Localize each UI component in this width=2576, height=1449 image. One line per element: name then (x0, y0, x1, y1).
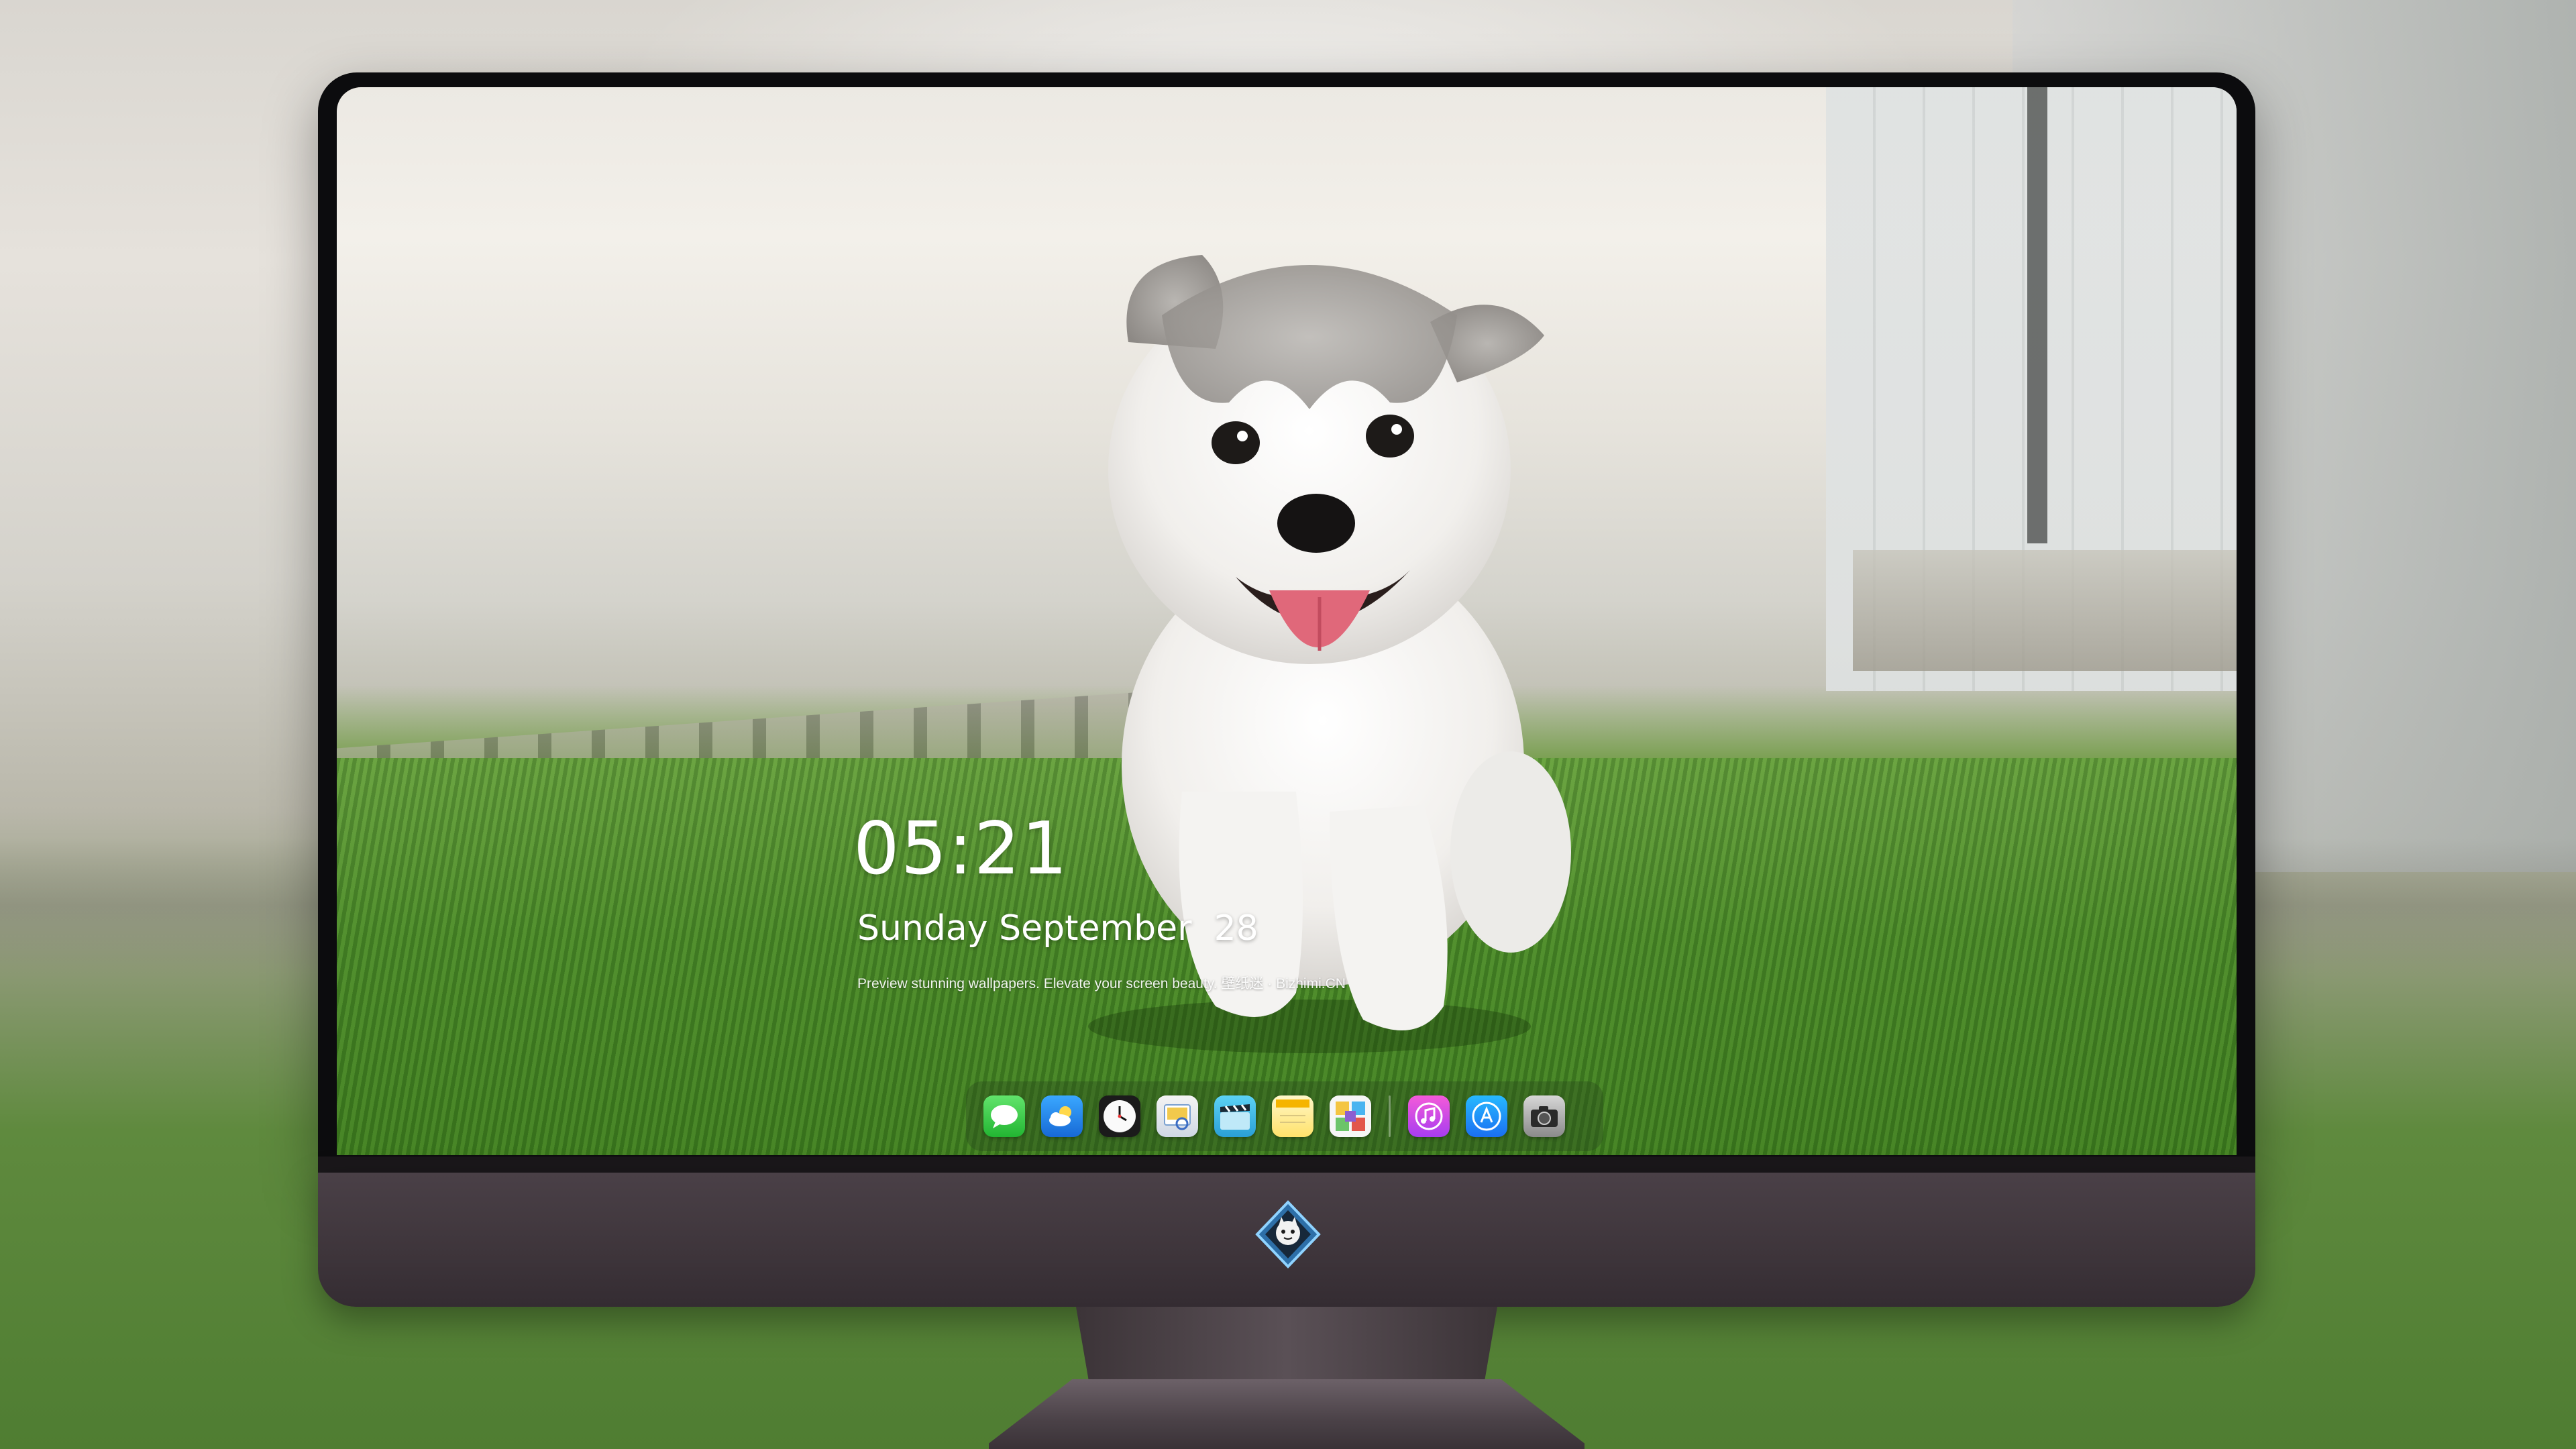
weather-icon[interactable] (1041, 1095, 1083, 1137)
bezel-bottom-edge (318, 1157, 2255, 1173)
preview-icon[interactable] (1157, 1095, 1198, 1137)
video-clapper-icon[interactable] (1214, 1095, 1256, 1137)
dock (966, 1081, 1603, 1151)
clock-icon[interactable] (1099, 1095, 1140, 1137)
app-store-icon[interactable] (1466, 1095, 1507, 1137)
lock-clock: 05:21 (853, 807, 1069, 891)
messages-icon[interactable] (983, 1095, 1025, 1137)
desktop-screen: 05:21 Sunday September 28 Preview stunni… (337, 87, 2237, 1155)
wallpaper-tagline: Preview stunning wallpapers. Elevate you… (857, 976, 1346, 991)
dock-separator (1389, 1095, 1391, 1137)
wallpaper-post (2027, 87, 2047, 543)
wallpaper-ledge (1853, 550, 2237, 671)
notes-icon[interactable] (1272, 1095, 1313, 1137)
monitor-stand-base (989, 1379, 1585, 1449)
photo-gallery-icon[interactable] (1330, 1095, 1371, 1137)
camera-icon[interactable] (1523, 1095, 1565, 1137)
brand-logo-icon (1255, 1200, 1321, 1269)
monitor-stand-neck (1076, 1307, 1497, 1381)
music-icon[interactable] (1408, 1095, 1450, 1137)
lock-date: Sunday September 28 (857, 908, 1258, 949)
